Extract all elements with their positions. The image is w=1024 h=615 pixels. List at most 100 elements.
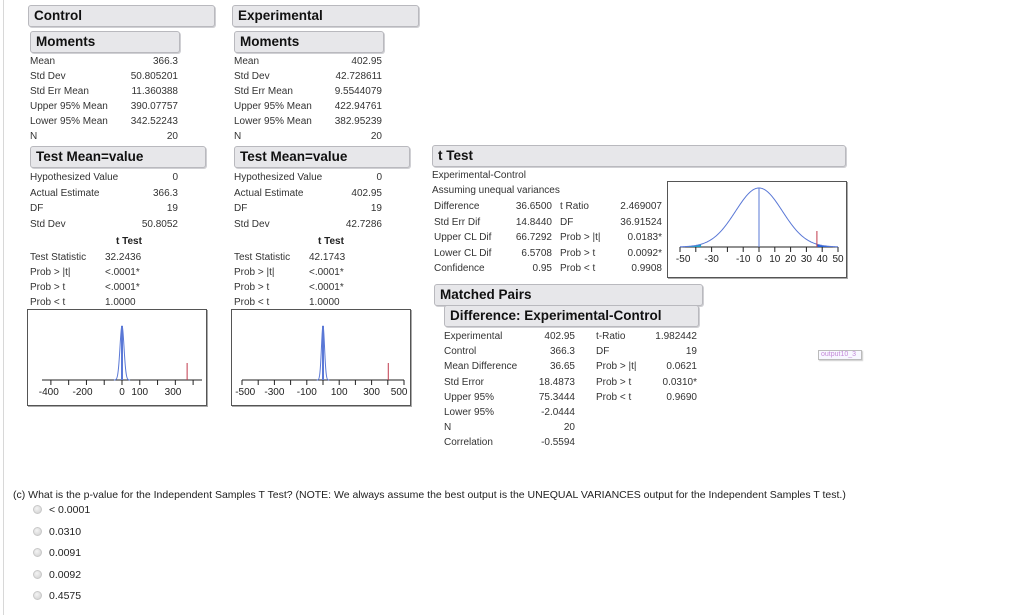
ttest-left-value: 14.8440 xyxy=(515,216,552,228)
radio-button[interactable] xyxy=(33,505,42,514)
x-tick-label: -30 xyxy=(704,254,719,265)
image-tag: output10_3 xyxy=(818,350,862,360)
control-test-mean-header[interactable]: Test Mean=value xyxy=(30,146,206,168)
control-ttest-value: 1.0000 xyxy=(105,297,136,308)
x-tick-label: 300 xyxy=(363,387,380,398)
ttest-left-label: Lower CL Dif xyxy=(434,247,492,259)
control-moment-value: 20 xyxy=(166,131,178,142)
experimental-moment-value: 422.94761 xyxy=(334,101,382,112)
experimental-distribution-plot: -500 -300 -100 100 300 500 xyxy=(231,309,411,406)
experimental-ttest-value: 1.0000 xyxy=(309,297,340,308)
matched-pairs-right-label: Prob < t xyxy=(596,391,632,403)
answer-option[interactable]: 0.0092 xyxy=(33,569,81,581)
matched-pairs-left-value: 20 xyxy=(563,422,575,434)
control-ttest-row: Prob > t <.0001* xyxy=(30,282,140,293)
ttest-right-value: 0.0183* xyxy=(627,232,662,243)
control-test-row: Actual Estimate 366.3 xyxy=(30,188,178,200)
matched-pairs-right-row: Prob < t 0.9690 xyxy=(596,392,697,404)
control-test-label: Hypothesized Value xyxy=(30,172,119,183)
control-header[interactable]: Control xyxy=(28,5,215,27)
ttest-right-value: 36.91524 xyxy=(620,216,662,228)
experimental-moments-header[interactable]: Moments xyxy=(234,31,384,53)
answer-option[interactable]: 0.4575 xyxy=(33,590,81,602)
x-tick-label: 300 xyxy=(165,387,182,398)
control-distribution-plot: -400 -200 0 100 300 xyxy=(27,309,207,406)
x-tick-label: -200 xyxy=(73,387,93,398)
matched-pairs-left-value: 36.65 xyxy=(549,361,575,373)
control-moment-label: Upper 95% Mean xyxy=(30,101,108,112)
control-test-value: 19 xyxy=(166,203,178,214)
experimental-test-label: Actual Estimate xyxy=(234,187,304,199)
control-moment-value: 11.360388 xyxy=(131,86,178,97)
radio-button[interactable] xyxy=(33,526,42,536)
matched-pairs-left-row: Std Error 18.4873 xyxy=(444,377,575,389)
experimental-test-row: Actual Estimate 402.95 xyxy=(234,188,382,200)
ttest-right-label: Prob > |t| xyxy=(560,232,601,243)
matched-pairs-left-value: -0.5594 xyxy=(541,437,575,449)
experimental-test-row: DF 19 xyxy=(234,203,382,215)
experimental-moment-label: Upper 95% Mean xyxy=(234,101,312,112)
matched-pairs-header[interactable]: Matched Pairs xyxy=(434,284,703,306)
x-tick-label: -400 xyxy=(39,387,59,398)
ttest-distribution-plot: -50 -30 -10 0 10 20 30 40 50 xyxy=(667,181,847,278)
matched-pairs-left-value: 366.3 xyxy=(549,346,575,358)
difference-header[interactable]: Difference: Experimental-Control xyxy=(444,305,699,327)
control-moment-value: 50.805201 xyxy=(130,71,178,82)
radio-button[interactable] xyxy=(33,548,42,557)
experimental-test-row: Std Dev 42.7286 xyxy=(234,219,382,231)
control-ttest-row: Test Statistic 32.2436 xyxy=(30,252,141,263)
experimental-test-label: Std Dev xyxy=(234,218,270,230)
ttest-left-label: Confidence xyxy=(434,263,485,274)
control-moment-label: N xyxy=(30,131,38,142)
matched-pairs-left-value: 75.3444 xyxy=(538,391,575,403)
radio-button[interactable] xyxy=(33,569,42,579)
ttest-left-row: Confidence 0.95 xyxy=(434,263,552,275)
page-left-border xyxy=(3,0,4,615)
matched-pairs-right-value: 0.9690 xyxy=(666,391,697,403)
radio-button[interactable] xyxy=(33,591,42,600)
control-moment-value: 390.07757 xyxy=(130,101,178,112)
matched-pairs-right-label: Prob > t xyxy=(596,376,632,388)
matched-pairs-right-row: Prob > t 0.0310* xyxy=(596,377,697,389)
control-moment-value: 366.3 xyxy=(152,56,178,67)
experimental-moment-row: Std Dev 42.728611 xyxy=(234,71,382,83)
matched-pairs-left-label: Upper 95% xyxy=(444,391,495,403)
answer-option-label: 0.0310 xyxy=(49,525,82,538)
answer-option[interactable]: 0.0091 xyxy=(33,547,81,559)
experimental-ttest-row: Prob > |t| <.0001* xyxy=(234,267,344,278)
control-ttest-heading: t Test xyxy=(116,236,142,247)
control-test-row: DF 19 xyxy=(30,203,178,215)
answer-option[interactable]: 0.0310 xyxy=(33,526,81,538)
experimental-header[interactable]: Experimental xyxy=(232,5,419,27)
ttest-right-label: Prob > t xyxy=(560,247,596,259)
ttest-left-label: Difference xyxy=(434,201,480,212)
ttest-header[interactable]: t Test xyxy=(432,145,846,167)
experimental-ttest-label: Prob < t xyxy=(234,297,270,308)
ttest-right-row: Prob > |t| 0.0183* xyxy=(560,232,662,244)
ttest-left-value: 36.6500 xyxy=(515,201,552,212)
control-test-row: Hypothesized Value 0 xyxy=(30,172,178,184)
matched-pairs-left-value: 18.4873 xyxy=(538,376,575,388)
experimental-moment-value: 382.95239 xyxy=(334,116,382,127)
control-ttest-label: Prob > |t| xyxy=(30,267,71,278)
matched-pairs-left-row: Correlation -0.5594 xyxy=(444,437,575,449)
x-tick-label: -500 xyxy=(235,387,255,398)
x-tick-label: 20 xyxy=(785,254,797,265)
matched-pairs-left-label: Correlation xyxy=(444,437,493,449)
experimental-test-mean-header[interactable]: Test Mean=value xyxy=(234,146,410,168)
matched-pairs-left-row: Control 366.3 xyxy=(444,346,575,358)
control-moment-row: Mean 366.3 xyxy=(30,56,178,68)
experimental-moment-row: Lower 95% Mean 382.95239 xyxy=(234,116,382,128)
answer-option[interactable]: < 0.0001 xyxy=(33,504,90,516)
experimental-moment-value: 42.728611 xyxy=(335,71,382,82)
ttest-right-value: 0.9908 xyxy=(631,263,662,274)
matched-pairs-right-label: Prob > |t| xyxy=(596,361,637,373)
ttest-left-row: Lower CL Dif 6.5708 xyxy=(434,248,552,260)
x-tick-label: 10 xyxy=(769,254,781,265)
control-test-value: 50.8052 xyxy=(141,218,178,230)
matched-pairs-left-row: Lower 95% -2.0444 xyxy=(444,407,575,419)
x-tick-label: 30 xyxy=(801,254,813,265)
control-moments-header[interactable]: Moments xyxy=(30,31,180,53)
control-test-label: Std Dev xyxy=(30,218,66,230)
experimental-ttest-row: Prob < t 1.0000 xyxy=(234,297,340,308)
